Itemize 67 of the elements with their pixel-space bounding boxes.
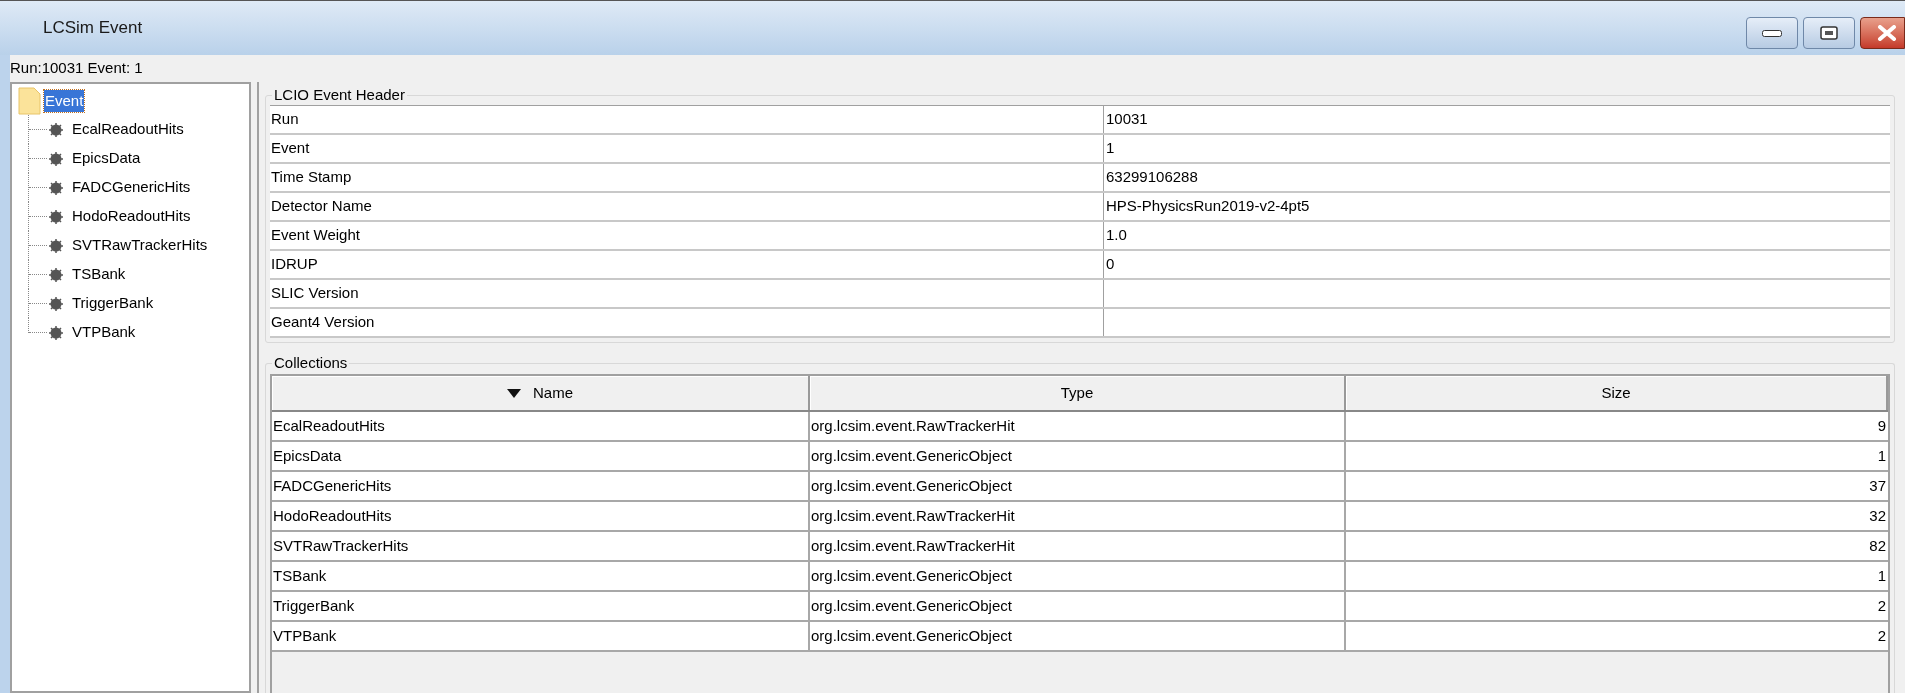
property-name: Event Weight [270, 222, 1104, 249]
table-cell: SVTRawTrackerHits [272, 532, 810, 560]
tree-node[interactable]: EcalReadoutHits [71, 118, 185, 141]
node-icon [49, 296, 63, 311]
table-cell: VTPBank [272, 622, 810, 650]
tree-node[interactable]: Event [44, 89, 85, 112]
table-cell: HodoReadoutHits [272, 502, 810, 530]
node-icon [49, 122, 63, 137]
close-icon [1877, 25, 1897, 41]
node-icon [49, 325, 63, 340]
node-icon [49, 267, 63, 282]
column-header[interactable]: Size [1346, 376, 1888, 410]
table-cell: org.lcsim.event.GenericObject [810, 442, 1346, 470]
property-name: Time Stamp [270, 164, 1104, 191]
tree-node[interactable]: EpicsData [71, 147, 142, 170]
tree-node[interactable]: HodoReadoutHits [71, 205, 192, 228]
property-name: Detector Name [270, 193, 1104, 220]
table-cell: org.lcsim.event.GenericObject [810, 472, 1346, 500]
table-cell-text: 1 [1876, 565, 1887, 586]
table-cell-text: 37 [1868, 475, 1887, 496]
property-name: SLIC Version [270, 280, 1104, 307]
table-cell: org.lcsim.event.GenericObject [810, 562, 1346, 590]
property-value: 1.0 [1105, 225, 1128, 246]
table-cell: org.lcsim.event.RawTrackerHit [810, 502, 1346, 530]
minimize-button[interactable] [1746, 17, 1798, 49]
tree-node[interactable]: TSBank [71, 263, 127, 286]
run-event-label: Run:10031 Event: 1 [10, 58, 144, 79]
node-icon [49, 180, 63, 195]
table-cell: org.lcsim.event.RawTrackerHit [810, 532, 1346, 560]
table-cell: FADCGenericHits [272, 472, 810, 500]
property-value: HPS-PhysicsRun2019-v2-4pt5 [1105, 196, 1311, 217]
folder-icon [18, 86, 42, 115]
property-value: 0 [1105, 254, 1116, 275]
property-name: Event [270, 135, 1104, 162]
table-cell: EcalReadoutHits [272, 412, 810, 440]
property-name: IDRUP [270, 251, 1104, 278]
node-icon [49, 151, 63, 166]
column-header[interactable]: Name [272, 376, 810, 410]
table-cell-text: 9 [1876, 415, 1887, 436]
maximize-button[interactable] [1803, 17, 1855, 49]
table-cell: org.lcsim.event.RawTrackerHit [810, 412, 1346, 440]
tree-node[interactable]: VTPBank [71, 321, 137, 344]
close-button[interactable] [1860, 17, 1905, 49]
table-cell-text: 2 [1876, 625, 1887, 646]
table-cell-text: 82 [1868, 535, 1887, 556]
table-cell: org.lcsim.event.GenericObject [810, 622, 1346, 650]
node-icon [49, 238, 63, 253]
table-cell-text: 1 [1876, 445, 1887, 466]
table-cell: org.lcsim.event.GenericObject [810, 592, 1346, 620]
node-icon [49, 209, 63, 224]
window-title: LCSim Event [43, 17, 143, 40]
maximize-icon [1820, 26, 1838, 40]
table-cell: EpicsData [272, 442, 810, 470]
property-name: Geant4 Version [270, 309, 1104, 336]
property-name: Run [270, 106, 1104, 133]
tree-node[interactable]: FADCGenericHits [71, 176, 192, 199]
minimize-icon [1762, 29, 1782, 37]
table-cell: TriggerBank [272, 592, 810, 620]
tree-node[interactable]: SVTRawTrackerHits [71, 234, 209, 257]
table-cell-text: 2 [1876, 595, 1887, 616]
column-header[interactable]: Type [810, 376, 1346, 410]
tree-node[interactable]: TriggerBank [71, 292, 155, 315]
property-value: 10031 [1105, 109, 1149, 130]
property-value: 1 [1105, 138, 1116, 159]
table-cell: TSBank [272, 562, 810, 590]
property-value: 63299106288 [1105, 167, 1199, 188]
table-cell-text: 32 [1868, 505, 1887, 526]
